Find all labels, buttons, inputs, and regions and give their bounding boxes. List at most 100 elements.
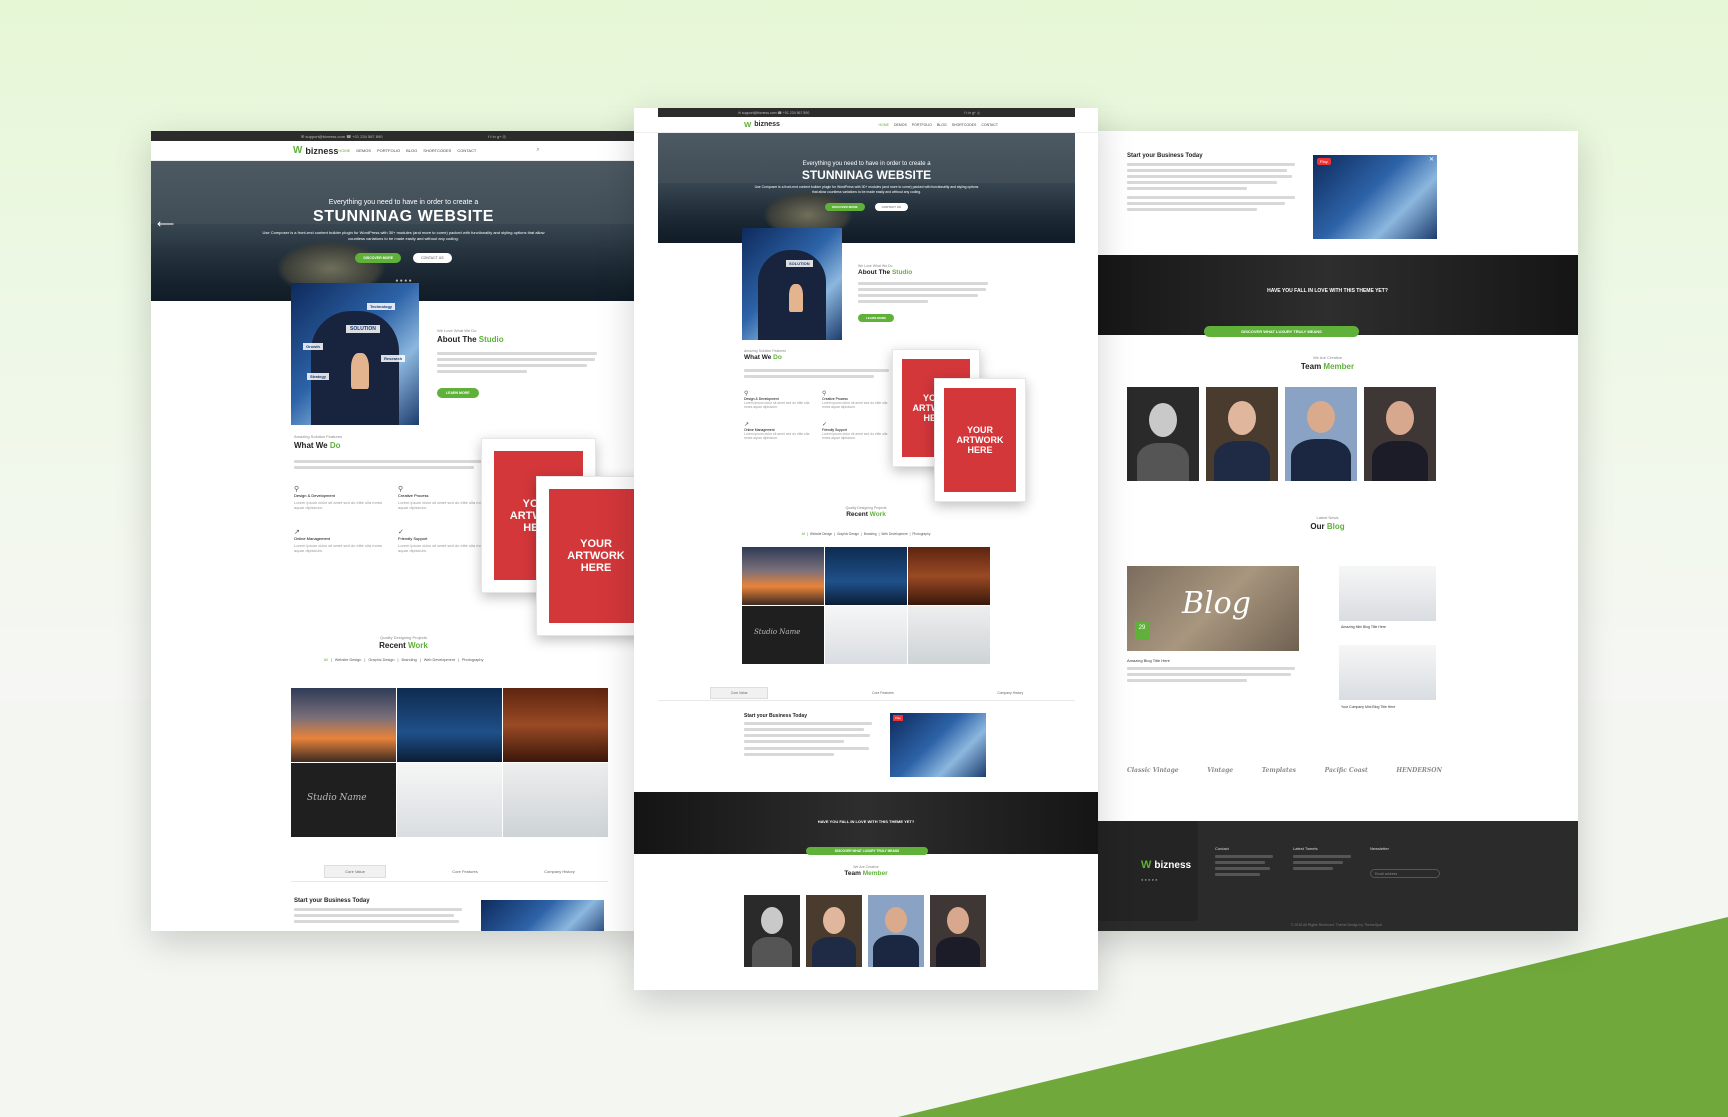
blog-post-title[interactable]: Amazing Blog Title Here — [1127, 658, 1297, 663]
trend-up-icon: ↗ — [294, 529, 300, 536]
learn-more-button[interactable]: LEARN MORE — [858, 314, 895, 322]
team-member[interactable] — [1127, 387, 1199, 481]
about-title: About The Studio — [437, 335, 504, 344]
business-section: Start your Business Today — [294, 898, 464, 926]
footer-social[interactable]: ● ● ● ● ● — [1141, 877, 1158, 882]
about-section: We Love What We Do About The Studio LEAR… — [858, 264, 998, 324]
team-member[interactable] — [806, 895, 862, 967]
footer-logo[interactable]: Wbizness — [1141, 859, 1191, 871]
discover-luxury-button[interactable]: DISCOVER WHAT LUXURY TRULY MEANS — [806, 847, 928, 855]
hero-pretitle: Everything you need to have in order to … — [328, 199, 479, 206]
hero-title: STUNNINAG WEBSITE — [313, 208, 494, 225]
tab-core-features[interactable]: Core Features — [452, 869, 478, 874]
topbar-contact: ✉ support@bizness.com ☎ +01 234 567 890 — [301, 133, 383, 139]
check-icon: ✓ — [398, 529, 404, 536]
team-member[interactable] — [744, 895, 800, 967]
team-member[interactable] — [1285, 387, 1357, 481]
portfolio-thumb[interactable] — [291, 688, 396, 762]
client-logos: Classic Vintage Vintage Templates Pacifi… — [1127, 767, 1442, 774]
close-icon[interactable]: ✕ — [1429, 156, 1434, 163]
footer: Wbizness ● ● ● ● ● Contact Latest Tweets… — [1095, 821, 1578, 931]
team-member[interactable] — [930, 895, 986, 967]
portfolio-filters: All | Website Design | Graphic Design | Brandi… — [323, 658, 484, 662]
newsletter-email-input[interactable]: Email address — [1370, 869, 1440, 878]
check-icon: ✓ — [822, 422, 828, 428]
search-icon[interactable]: ⌕ — [536, 147, 539, 154]
tabs: Core Value Core Features Company History — [291, 862, 608, 882]
tab-core-value[interactable]: Core Value — [324, 865, 386, 878]
hero: Everything you need to have in order to … — [658, 133, 1075, 243]
logo[interactable]: Wbizness — [293, 145, 338, 156]
discover-luxury-button[interactable]: DISCOVER WHAT LUXURY TRULY MEANS — [1204, 326, 1359, 337]
team-member[interactable] — [1364, 387, 1436, 481]
discover-button[interactable]: DISCOVER MORE — [355, 253, 402, 263]
team-member[interactable] — [868, 895, 924, 967]
contact-button[interactable]: CONTACT US — [413, 253, 452, 263]
portfolio-thumb[interactable] — [397, 688, 502, 762]
logo[interactable]: Wbizness — [744, 120, 780, 129]
bicycle-icon: ⚲ — [398, 486, 404, 493]
nav-shortcodes[interactable]: SHORTCODES — [423, 148, 451, 153]
topbar: ✉ support@bizness.com ☎ +01 234 567 890 … — [151, 131, 656, 141]
bicycle-icon: ⚲ — [744, 391, 749, 397]
business-section-right: Start your Business Today — [1127, 153, 1297, 214]
team-section: We Are Creative Team Member — [1077, 355, 1578, 371]
feature-online: ↗ Online Management Lorem ipsum dolor sit … — [294, 528, 390, 553]
footer-col-newsletter: Newsletter — [1370, 846, 1389, 851]
contact-button[interactable]: CONTACT US — [874, 203, 908, 212]
nav-blog[interactable]: BLOG — [406, 148, 417, 153]
blog-title: Our Blog — [1310, 522, 1345, 531]
portfolio-thumb[interactable] — [825, 606, 907, 664]
tab-company-history[interactable]: Company History — [544, 869, 575, 874]
bicycle-icon: ⚲ — [294, 486, 300, 493]
hero-desc: Use Composer is a front-end content buil… — [262, 230, 545, 241]
nav-portfolio[interactable]: PORTFOLIO — [377, 148, 400, 153]
team-member[interactable] — [1206, 387, 1278, 481]
blog-featured[interactable]: Blog 29 — [1127, 566, 1299, 651]
learn-more-button[interactable]: LEARN MORE — [437, 388, 479, 398]
what-title: What We Do — [294, 441, 341, 450]
recent-work: Quality Designing Projects Recent Work A… — [151, 635, 656, 662]
what-we-do: Amazing Solution Features What We Do ⚲ De… — [294, 434, 494, 553]
blog-section: Latest News Our Blog — [1077, 515, 1578, 531]
about-kicker: We Love What We Do — [437, 328, 477, 333]
business-video[interactable]: Play ✕ — [1313, 155, 1437, 239]
portfolio-thumb[interactable] — [908, 606, 990, 664]
copyright: © 2016 All Rights Reserved. Theme Design… — [1290, 923, 1383, 927]
blog-mini-thumb[interactable] — [1339, 566, 1436, 621]
recent-title: Recent Work — [379, 641, 428, 650]
tabs: Core Value Core Features Company History — [658, 685, 1075, 701]
topbar-social[interactable]: f t in g+ ◎ — [488, 134, 506, 139]
portfolio-thumb[interactable]: Studio Name — [291, 763, 396, 837]
business-video[interactable] — [481, 900, 604, 931]
mockup-right: Start your Business Today Play ✕ HAVE YO… — [1077, 131, 1578, 931]
artwork-frame-front: YOUR ARTWORK HERE — [934, 378, 1026, 502]
portfolio-thumb[interactable] — [825, 547, 907, 605]
portfolio-thumb[interactable] — [397, 763, 502, 837]
feature-support: ✓ Friendly Support Lorem ipsum dolor sit a… — [398, 528, 494, 553]
portfolio-thumb[interactable] — [742, 547, 824, 605]
business-section: Start your Business Today — [744, 713, 874, 759]
nav-contact[interactable]: CONTACT — [457, 148, 476, 153]
hero: ⟵ Everything you need to have in order t… — [151, 161, 656, 301]
nav-demos[interactable]: DEMOS — [356, 148, 371, 153]
footer-col-contact: Contact — [1215, 846, 1229, 851]
about-section: We Love What We Do About The Studio LEAR… — [437, 328, 607, 399]
main-nav: HOME DEMOS PORTFOLIO BLOG SHORTCODES CONTACT — [878, 122, 998, 127]
portfolio-thumb[interactable] — [503, 688, 608, 762]
blog-mini-thumb[interactable] — [1339, 645, 1436, 700]
discover-button[interactable]: DISCOVER MORE — [825, 203, 865, 212]
feature-design: ⚲ Design & Development Lorem ipsum dolor s… — [294, 485, 390, 510]
blog-mini-title[interactable]: Amazing Mini Blog Title Here — [1341, 625, 1386, 629]
portfolio-thumb[interactable]: Studio Name — [742, 606, 824, 664]
bicycle-icon: ⚲ — [822, 391, 827, 397]
header: Wbizness HOME DEMOS PORTFOLIO BLOG SHORTCODE… — [634, 117, 1098, 133]
business-video[interactable]: Play — [890, 713, 986, 777]
what-we-do: Amazing Solution Features What We Do ⚲ De… — [744, 349, 894, 440]
header: Wbizness HOME DEMOS PORTFOLIO BLOG SHORT… — [151, 141, 656, 161]
portfolio-filters: All | Website Design | Graphic Design | Brandi… — [801, 532, 931, 536]
portfolio-thumb[interactable] — [908, 547, 990, 605]
portfolio-thumb[interactable] — [503, 763, 608, 837]
blog-mini-title[interactable]: Your Company Mini Blog Title Here — [1341, 705, 1395, 709]
nav-home[interactable]: HOME — [338, 148, 350, 153]
